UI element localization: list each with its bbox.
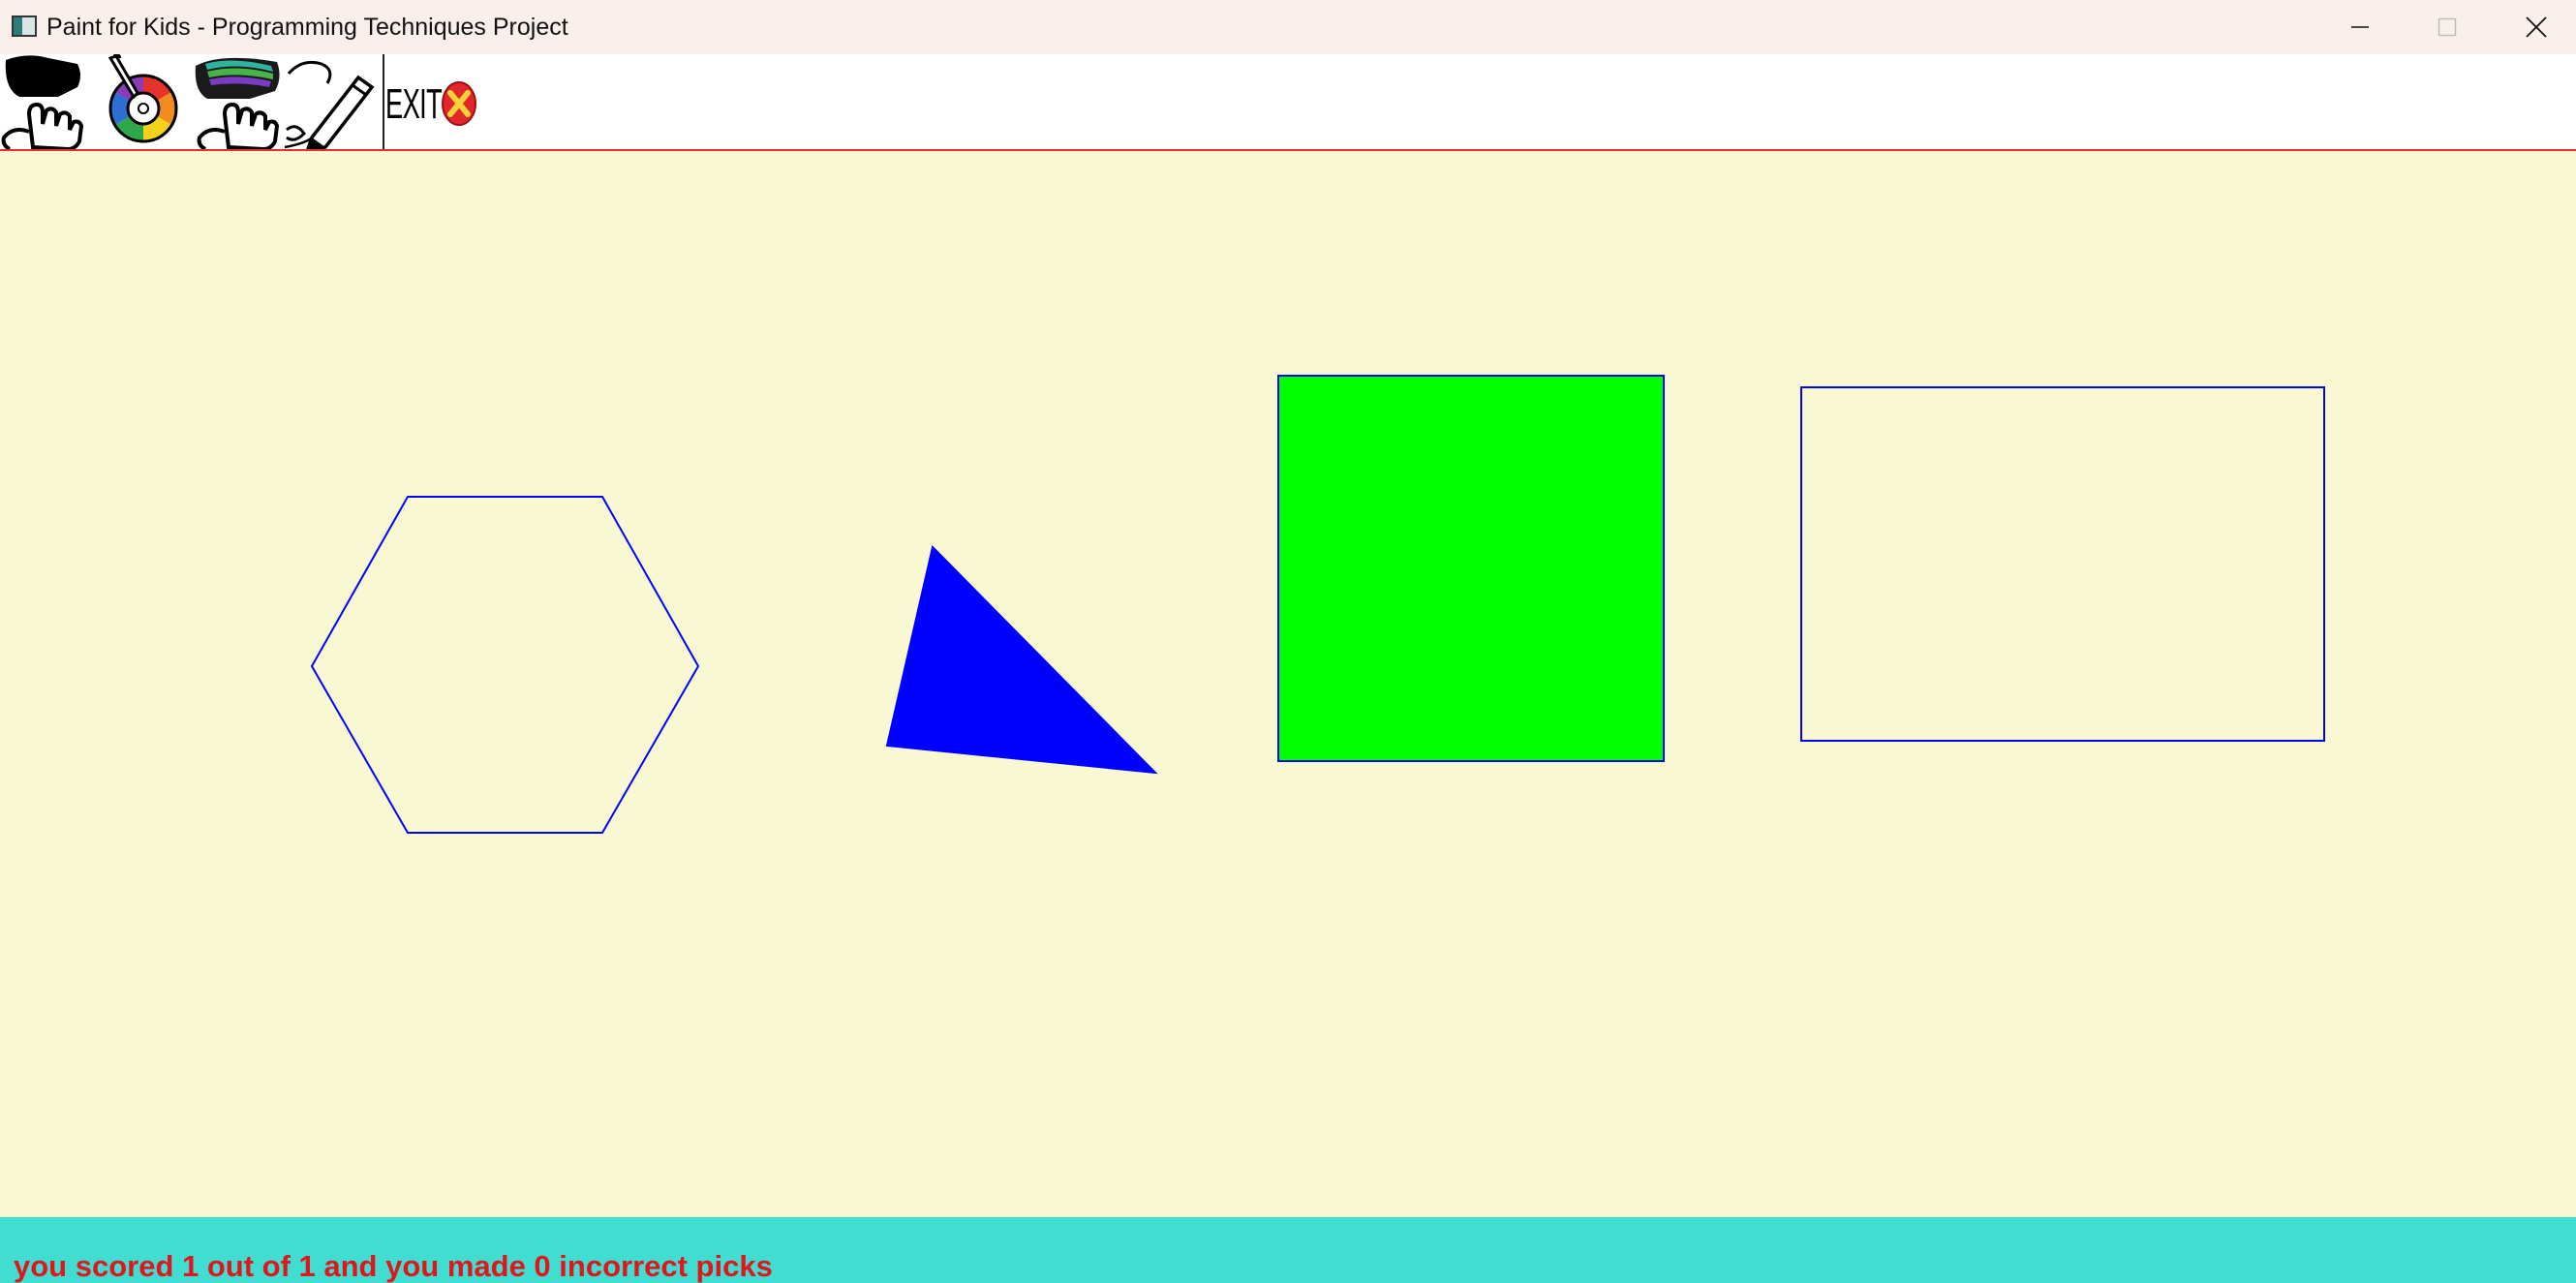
- exit-button[interactable]: EXIT: [385, 54, 478, 149]
- app-icon: [12, 15, 37, 37]
- drawing-canvas[interactable]: [0, 153, 2576, 1217]
- canvas-shapes: [310, 375, 2325, 834]
- maximize-button[interactable]: [2404, 0, 2491, 54]
- status-bar: you scored 1 out of 1 and you made 0 inc…: [0, 1217, 2576, 1283]
- hand-pointer-rainbow-icon: [195, 57, 280, 149]
- minimize-icon: [2351, 26, 2369, 28]
- red-x-icon: [442, 81, 476, 126]
- pick-by-color-tool[interactable]: [101, 54, 182, 149]
- close-button[interactable]: [2493, 0, 2576, 54]
- close-icon: [2526, 16, 2547, 38]
- pick-by-shape-and-color-tool[interactable]: [192, 54, 283, 149]
- rectangle-shape[interactable]: [1800, 386, 2325, 742]
- window-title: Paint for Kids - Programming Techniques …: [46, 14, 568, 41]
- triangle-shape[interactable]: [885, 545, 1158, 775]
- toolbar: EXIT: [0, 54, 2576, 151]
- toolbar-separator: [383, 54, 384, 149]
- hexagon-shape[interactable]: [310, 496, 700, 834]
- draw-mode-tool[interactable]: [283, 54, 380, 149]
- color-wheel-icon: [107, 54, 178, 143]
- exit-label: EXIT: [385, 80, 443, 128]
- maximize-icon: [2438, 17, 2457, 37]
- hand-pointer-shape-icon: [1, 55, 84, 149]
- app-window: Paint for Kids - Programming Techniques …: [0, 0, 2576, 1283]
- pencil-icon: [284, 60, 375, 149]
- title-bar[interactable]: Paint for Kids - Programming Techniques …: [0, 0, 2576, 54]
- minimize-button[interactable]: [2316, 0, 2404, 54]
- status-message: you scored 1 out of 1 and you made 0 inc…: [14, 1249, 773, 1283]
- square-shape[interactable]: [1277, 375, 1665, 762]
- pick-by-shape-tool[interactable]: [0, 54, 89, 149]
